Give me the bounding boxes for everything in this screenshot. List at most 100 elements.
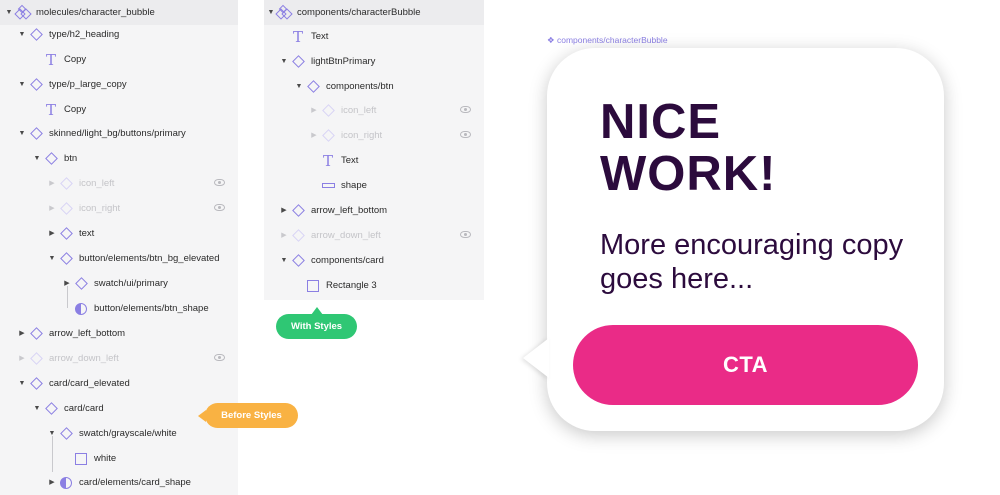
component-icon	[306, 80, 320, 94]
eye-icon[interactable]	[460, 106, 471, 113]
expand-arrow-icon[interactable]: ▼	[33, 396, 41, 421]
layer-label: shape	[341, 180, 367, 191]
layer-h2-heading[interactable]: ▼ type/h2_heading	[0, 22, 238, 47]
eye-icon[interactable]	[214, 179, 225, 186]
layer-arrow-left-bottom[interactable]: ▶ arrow_left_bottom	[264, 198, 484, 223]
expand-arrow-icon[interactable]: ▼	[33, 146, 41, 171]
layer-label: arrow_left_bottom	[311, 205, 388, 216]
layer-icon-right[interactable]: ▶ icon_right	[0, 196, 238, 221]
bubble-heading: NICE WORK!	[600, 95, 777, 201]
layer-arrow-down-left[interactable]: ▶ arrow_down_left	[0, 346, 238, 371]
layer-btn-shape[interactable]: button/elements/btn_shape	[0, 296, 238, 321]
layer-btn-text[interactable]: T Text	[264, 148, 484, 173]
component-icon	[291, 229, 305, 243]
layer-text[interactable]: ▶ text	[0, 221, 238, 246]
expand-arrow-icon[interactable]: ▼	[18, 22, 26, 47]
collapse-arrow-icon[interactable]: ▶	[310, 123, 318, 148]
layer-arrow-left-bottom[interactable]: ▶ arrow_left_bottom	[0, 321, 238, 346]
layer-card-elevated[interactable]: ▼ card/card_elevated	[0, 371, 238, 396]
layer-white[interactable]: white	[0, 446, 238, 471]
mask-shape-icon	[59, 476, 73, 490]
collapse-arrow-icon[interactable]: ▶	[310, 98, 318, 123]
component-icon	[291, 254, 305, 268]
layer-label: Text	[341, 155, 359, 166]
component-icon	[321, 104, 335, 118]
expand-arrow-icon[interactable]: ▼	[280, 49, 288, 74]
layer-rectangle[interactable]: Rectangle 3	[264, 273, 484, 298]
layer-card-shape[interactable]: ▶ card/elements/card_shape	[0, 470, 238, 495]
collapse-arrow-icon[interactable]: ▶	[280, 223, 288, 248]
layer-p-large-copy[interactable]: ▼ type/p_large_copy	[0, 72, 238, 97]
artboard-label[interactable]: ❖ components/characterBubble	[547, 35, 668, 46]
layer-label: button/elements/btn_bg_elevated	[79, 253, 220, 264]
before-styles-badge: Before Styles	[198, 403, 298, 428]
layer-label: swatch/grayscale/white	[79, 428, 177, 439]
layer-components-btn[interactable]: ▼ components/btn	[264, 74, 484, 99]
layer-swatch-primary[interactable]: ▶ swatch/ui/primary	[0, 271, 238, 296]
expand-arrow-icon[interactable]: ▼	[18, 371, 26, 396]
collapse-arrow-icon[interactable]: ▶	[18, 346, 26, 371]
layer-icon-left[interactable]: ▶ icon_left	[264, 98, 484, 123]
collapse-arrow-icon[interactable]: ▶	[48, 470, 56, 495]
layer-p-copy[interactable]: T Copy	[0, 97, 238, 122]
layer-label: arrow_down_left	[311, 230, 381, 241]
layer-label: icon_left	[341, 105, 377, 116]
component-icon	[29, 127, 43, 141]
layer-icon-left[interactable]: ▶ icon_left	[0, 171, 238, 196]
layer-text[interactable]: T Text	[264, 24, 484, 49]
bubble-arrow	[523, 338, 549, 378]
component-icon	[29, 28, 43, 42]
rectangle-icon	[74, 452, 88, 466]
layer-swatch-white[interactable]: ▼ swatch/grayscale/white	[0, 421, 238, 446]
collapse-arrow-icon[interactable]: ▶	[48, 171, 56, 196]
symbol-icon	[16, 4, 30, 20]
layer-label: Copy	[64, 54, 87, 65]
layer-shape[interactable]: shape	[264, 173, 484, 198]
collapse-arrow-icon[interactable]: ▶	[48, 196, 56, 221]
collapse-arrow-icon[interactable]: ▶	[48, 221, 56, 246]
text-icon: T	[322, 151, 333, 170]
layer-h2-copy[interactable]: T Copy	[0, 47, 238, 72]
component-icon	[44, 402, 58, 416]
layer-btn[interactable]: ▼ btn	[0, 146, 238, 171]
component-icon	[59, 177, 73, 191]
layer-root[interactable]: ▼ components/characterBubble	[264, 0, 484, 25]
collapse-arrow-icon[interactable]: ▶	[280, 198, 288, 223]
layer-button-primary[interactable]: ▼ skinned/light_bg/buttons/primary	[0, 121, 238, 146]
symbol-icon	[277, 4, 291, 20]
layer-label: Copy	[64, 104, 87, 115]
layer-icon-right[interactable]: ▶ icon_right	[264, 123, 484, 148]
layer-components-card[interactable]: ▼ components/card	[264, 248, 484, 273]
cta-button[interactable]: CTA	[573, 325, 918, 405]
expand-arrow-icon[interactable]: ▼	[267, 0, 275, 25]
eye-icon[interactable]	[460, 131, 471, 138]
text-icon: T	[292, 27, 303, 46]
layer-btn-bg-elevated[interactable]: ▼ button/elements/btn_bg_elevated	[0, 246, 238, 271]
eye-icon[interactable]	[214, 204, 225, 211]
layer-label: arrow_down_left	[49, 353, 119, 364]
expand-arrow-icon[interactable]: ▼	[295, 74, 303, 99]
layer-label: text	[79, 228, 95, 239]
expand-arrow-icon[interactable]: ▼	[280, 248, 288, 273]
layer-label: swatch/ui/primary	[94, 278, 168, 289]
layer-label: white	[94, 453, 117, 464]
layer-label: card/card	[64, 403, 104, 414]
layer-arrow-down-left[interactable]: ▶ arrow_down_left	[264, 223, 484, 248]
component-icon	[291, 55, 305, 69]
layer-label: btn	[64, 153, 78, 164]
component-icon	[29, 327, 43, 341]
component-icon	[29, 352, 43, 366]
expand-arrow-icon[interactable]: ▼	[48, 246, 56, 271]
layer-label: lightBtnPrimary	[311, 56, 376, 67]
mask-guide-line	[67, 286, 68, 308]
layer-label: button/elements/btn_shape	[94, 303, 209, 314]
rectangle-icon	[306, 279, 320, 293]
layer-label: components/card	[311, 255, 384, 266]
collapse-arrow-icon[interactable]: ▶	[18, 321, 26, 346]
layer-label: Text	[311, 31, 329, 42]
expand-arrow-icon[interactable]: ▼	[18, 72, 26, 97]
eye-icon[interactable]	[460, 231, 471, 238]
layer-light-btn-primary[interactable]: ▼ lightBtnPrimary	[264, 49, 484, 74]
eye-icon[interactable]	[214, 354, 225, 361]
expand-arrow-icon[interactable]: ▼	[18, 121, 26, 146]
